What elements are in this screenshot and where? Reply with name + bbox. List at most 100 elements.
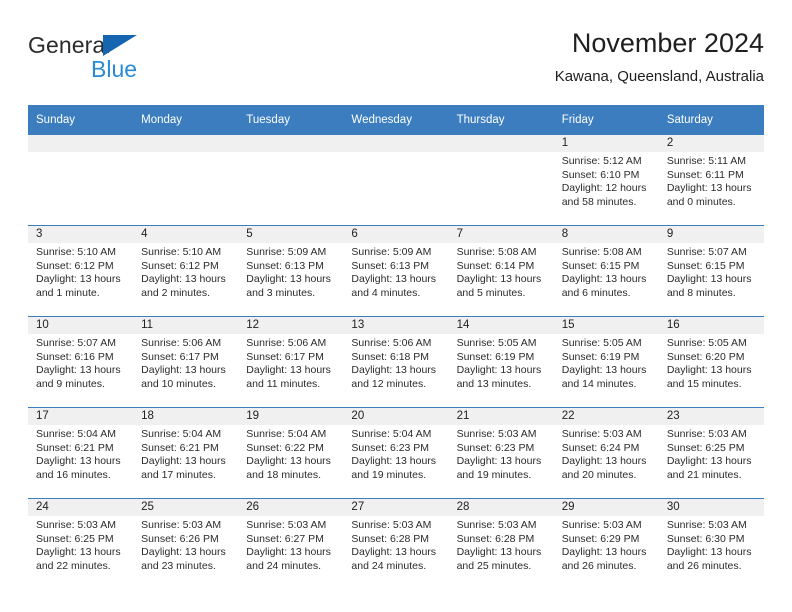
day-detail-daylight2: and 11 minutes. xyxy=(246,377,321,390)
weekday-header-tuesday: Tuesday xyxy=(238,105,344,135)
day-number: 4 xyxy=(133,226,239,243)
page-header: General Blue November 2024 Kawana, Queen… xyxy=(28,26,764,98)
calendar-day-cell[interactable]: 13 Sunrise: 5:06 AM Sunset: 6:18 PM Dayligh… xyxy=(343,316,449,408)
calendar-day-cell[interactable]: 18 Sunrise: 5:04 AM Sunset: 6:21 PM Dayligh… xyxy=(133,407,239,499)
day-detail-sunset: Sunset: 6:20 PM xyxy=(666,350,745,363)
calendar-day-cell[interactable]: 24 Sunrise: 5:03 AM Sunset: 6:25 PM Dayligh… xyxy=(28,498,134,589)
day-detail-daylight1: Daylight: 13 hours xyxy=(351,455,437,468)
day-number: 21 xyxy=(448,408,554,425)
day-detail-sunset: Sunset: 6:28 PM xyxy=(351,532,430,545)
day-detail-sunrise: Sunrise: 5:09 AM xyxy=(351,246,432,258)
day-detail-daylight1: Daylight: 13 hours xyxy=(141,273,226,286)
day-number: 2 xyxy=(658,135,764,152)
day-detail-daylight1: Daylight: 13 hours xyxy=(141,546,226,559)
calendar-day-cell[interactable]: 19 Sunrise: 5:04 AM Sunset: 6:22 PM Dayligh… xyxy=(238,407,344,499)
calendar-day-cell[interactable] xyxy=(343,135,449,226)
calendar-day-cell[interactable]: 6 Sunrise: 5:09 AM Sunset: 6:13 PM Daylight… xyxy=(343,225,449,317)
day-detail-daylight1: Daylight: 13 hours xyxy=(561,364,647,377)
calendar-day-cell[interactable]: 5 Sunrise: 5:09 AM Sunset: 6:13 PM Daylight… xyxy=(238,225,344,317)
day-number: 14 xyxy=(448,317,554,334)
day-detail-daylight1: Daylight: 13 hours xyxy=(561,546,647,559)
calendar-day-cell[interactable]: 12 Sunrise: 5:06 AM Sunset: 6:17 PM Dayligh… xyxy=(238,316,344,408)
day-detail-sunrise: Sunrise: 5:05 AM xyxy=(666,337,747,349)
day-detail-sunset: Sunset: 6:21 PM xyxy=(141,441,219,454)
generalblue-logo[interactable]: General Blue xyxy=(28,32,248,92)
calendar-day-cell[interactable]: 20 Sunrise: 5:04 AM Sunset: 6:23 PM Dayligh… xyxy=(343,407,449,499)
day-number: 29 xyxy=(553,499,659,516)
calendar-day-cell[interactable]: 22 Sunrise: 5:03 AM Sunset: 6:24 PM Dayligh… xyxy=(553,407,659,499)
day-detail-sunset: Sunset: 6:25 PM xyxy=(666,441,745,454)
day-detail-sunset: Sunset: 6:28 PM xyxy=(456,532,535,545)
day-number: 11 xyxy=(133,317,239,334)
day-details: Sunrise: 5:03 AM Sunset: 6:25 PM Daylight:… xyxy=(659,425,764,482)
calendar-day-cell[interactable]: 17 Sunrise: 5:04 AM Sunset: 6:21 PM Dayligh… xyxy=(28,407,134,499)
calendar-day-cell[interactable] xyxy=(28,135,134,226)
day-detail-sunrise: Sunrise: 5:04 AM xyxy=(246,428,327,440)
day-detail-sunset: Sunset: 6:13 PM xyxy=(246,259,324,272)
calendar-day-cell[interactable]: 7 Sunrise: 5:08 AM Sunset: 6:14 PM Daylight… xyxy=(448,225,554,317)
day-detail-sunrise: Sunrise: 5:03 AM xyxy=(36,519,116,531)
day-cell-inner: 27 Sunrise: 5:03 AM Sunset: 6:28 PM Dayligh… xyxy=(343,499,449,589)
day-cell-inner: 11 Sunrise: 5:06 AM Sunset: 6:17 PM Dayligh… xyxy=(133,317,239,407)
day-cell-inner: 13 Sunrise: 5:06 AM Sunset: 6:18 PM Dayligh… xyxy=(343,317,449,407)
calendar-day-cell[interactable]: 27 Sunrise: 5:03 AM Sunset: 6:28 PM Dayligh… xyxy=(343,498,449,589)
day-number: 30 xyxy=(658,499,764,516)
calendar-day-cell[interactable]: 28 Sunrise: 5:03 AM Sunset: 6:28 PM Dayligh… xyxy=(448,498,554,589)
page-title: November 2024 xyxy=(571,28,764,58)
day-details: Sunrise: 5:09 AM Sunset: 6:13 PM Daylight:… xyxy=(343,243,448,300)
calendar-week-row: 10 Sunrise: 5:07 AM Sunset: 6:16 PM Dayligh… xyxy=(28,316,764,408)
calendar-day-cell[interactable]: 10 Sunrise: 5:07 AM Sunset: 6:16 PM Dayligh… xyxy=(28,316,134,408)
day-detail-sunset: Sunset: 6:14 PM xyxy=(456,259,535,272)
day-details: Sunrise: 5:03 AM Sunset: 6:26 PM Daylight:… xyxy=(133,516,238,573)
calendar-day-cell[interactable]: 29 Sunrise: 5:03 AM Sunset: 6:29 PM Dayligh… xyxy=(553,498,659,589)
day-details: Sunrise: 5:03 AM Sunset: 6:25 PM Daylight:… xyxy=(28,516,133,573)
day-detail-sunset: Sunset: 6:27 PM xyxy=(246,532,324,545)
day-detail-daylight1: Daylight: 13 hours xyxy=(36,455,121,468)
day-detail-daylight2: and 8 minutes. xyxy=(666,286,736,299)
calendar-day-cell[interactable]: 25 Sunrise: 5:03 AM Sunset: 6:26 PM Dayligh… xyxy=(133,498,239,589)
logo-word-blue: Blue xyxy=(91,56,138,82)
day-number: 3 xyxy=(28,226,134,243)
day-detail-sunset: Sunset: 6:15 PM xyxy=(561,259,640,272)
calendar-day-cell[interactable]: 9 Sunrise: 5:07 AM Sunset: 6:15 PM Daylight… xyxy=(658,225,764,317)
day-detail-daylight2: and 19 minutes. xyxy=(456,468,532,481)
day-detail-daylight1: Daylight: 13 hours xyxy=(666,546,752,559)
day-detail-daylight2: and 25 minutes. xyxy=(456,559,532,572)
day-number: 12 xyxy=(238,317,344,334)
calendar-day-cell[interactable]: 11 Sunrise: 5:06 AM Sunset: 6:17 PM Dayligh… xyxy=(133,316,239,408)
day-detail-sunset: Sunset: 6:30 PM xyxy=(666,532,745,545)
triangle-icon xyxy=(103,35,137,56)
calendar-day-cell[interactable]: 3 Sunrise: 5:10 AM Sunset: 6:12 PM Daylight… xyxy=(28,225,134,317)
calendar-day-cell[interactable]: 1 Sunrise: 5:12 AM Sunset: 6:10 PM Daylight… xyxy=(553,135,659,226)
day-cell-inner: 4 Sunrise: 5:10 AM Sunset: 6:12 PM Daylight… xyxy=(133,226,239,316)
calendar-day-cell[interactable]: 30 Sunrise: 5:03 AM Sunset: 6:30 PM Dayligh… xyxy=(658,498,764,589)
day-details: Sunrise: 5:08 AM Sunset: 6:15 PM Daylight:… xyxy=(554,243,659,300)
day-detail-daylight1: Daylight: 13 hours xyxy=(351,364,437,377)
calendar-day-cell[interactable]: 21 Sunrise: 5:03 AM Sunset: 6:23 PM Dayligh… xyxy=(448,407,554,499)
calendar-day-cell[interactable]: 15 Sunrise: 5:05 AM Sunset: 6:19 PM Dayligh… xyxy=(553,316,659,408)
day-detail-daylight2: and 6 minutes. xyxy=(561,286,631,299)
calendar-day-cell[interactable] xyxy=(238,135,344,226)
weekday-header-friday: Friday xyxy=(553,105,659,135)
day-detail-sunrise: Sunrise: 5:04 AM xyxy=(36,428,116,440)
calendar-body: 1 Sunrise: 5:12 AM Sunset: 6:10 PM Daylight… xyxy=(28,135,764,589)
calendar-day-cell[interactable] xyxy=(448,135,554,226)
day-detail-sunset: Sunset: 6:12 PM xyxy=(36,259,114,272)
calendar-day-cell[interactable] xyxy=(133,135,239,226)
calendar-day-cell[interactable]: 26 Sunrise: 5:03 AM Sunset: 6:27 PM Dayligh… xyxy=(238,498,344,589)
day-detail-daylight1: Daylight: 13 hours xyxy=(246,455,331,468)
calendar-day-cell[interactable]: 2 Sunrise: 5:11 AM Sunset: 6:11 PM Daylight… xyxy=(658,135,764,226)
calendar-day-cell[interactable]: 16 Sunrise: 5:05 AM Sunset: 6:20 PM Dayligh… xyxy=(658,316,764,408)
day-number: 20 xyxy=(343,408,449,425)
day-detail-sunrise: Sunrise: 5:03 AM xyxy=(666,519,747,531)
calendar-day-cell[interactable]: 4 Sunrise: 5:10 AM Sunset: 6:12 PM Daylight… xyxy=(133,225,239,317)
day-number: 16 xyxy=(658,317,764,334)
day-detail-daylight2: and 12 minutes. xyxy=(351,377,427,390)
day-number: 24 xyxy=(28,499,134,516)
calendar-day-cell[interactable]: 8 Sunrise: 5:08 AM Sunset: 6:15 PM Daylight… xyxy=(553,225,659,317)
calendar-day-cell[interactable]: 14 Sunrise: 5:05 AM Sunset: 6:19 PM Dayligh… xyxy=(448,316,554,408)
calendar-day-cell[interactable]: 23 Sunrise: 5:03 AM Sunset: 6:25 PM Dayligh… xyxy=(658,407,764,499)
day-detail-daylight2: and 10 minutes. xyxy=(141,377,216,390)
day-detail-daylight2: and 4 minutes. xyxy=(351,286,421,299)
day-details: Sunrise: 5:11 AM Sunset: 6:11 PM Daylight:… xyxy=(659,152,764,209)
